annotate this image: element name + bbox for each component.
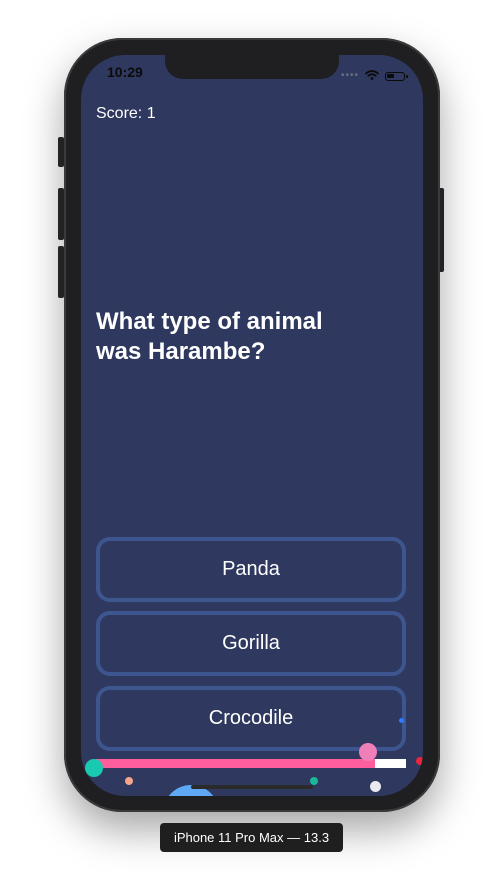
timer-progress-thumb xyxy=(359,743,377,761)
battery-level xyxy=(387,73,394,78)
home-indicator xyxy=(191,785,313,789)
answer-button-crocodile[interactable]: Crocodile xyxy=(96,686,406,751)
timer-progress-fill xyxy=(96,759,375,768)
wifi-icon xyxy=(365,67,379,85)
answer-label: Crocodile xyxy=(208,707,294,729)
answer-label: Gorilla xyxy=(222,632,280,654)
confetti-dot xyxy=(310,777,318,785)
simulator-stage: 10:29 •••• Score: 1 What type of animal … xyxy=(0,0,503,887)
answer-label: Panda xyxy=(222,558,280,580)
score-label: Score: 1 xyxy=(96,105,156,122)
battery-icon xyxy=(385,71,408,81)
app-screen: 10:29 •••• Score: 1 What type of animal … xyxy=(81,55,423,796)
cellular-dots-icon: •••• xyxy=(340,70,359,81)
confetti-dot xyxy=(370,781,381,792)
simulator-device-label: iPhone 11 Pro Max — 13.3 xyxy=(160,823,343,852)
notch xyxy=(165,55,339,79)
question-text: What type of animal was Harambe? xyxy=(96,308,323,365)
confetti-dot xyxy=(399,718,404,723)
status-icons: •••• xyxy=(340,67,408,85)
timer-progress-bar xyxy=(96,759,406,768)
answer-button-gorilla[interactable]: Gorilla xyxy=(96,611,406,676)
confetti-dot xyxy=(416,757,423,765)
status-time: 10:29 xyxy=(107,64,143,80)
answer-button-panda[interactable]: Panda xyxy=(96,537,406,602)
confetti-dot xyxy=(125,777,133,785)
confetti-dot xyxy=(85,759,103,777)
